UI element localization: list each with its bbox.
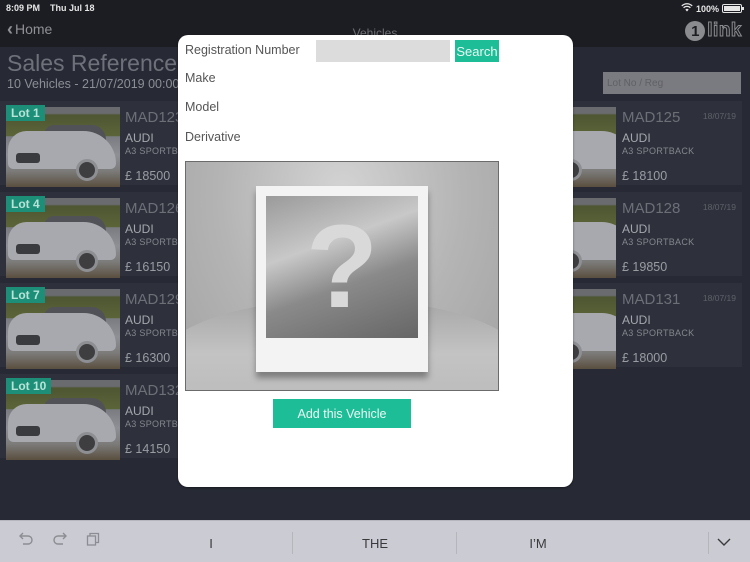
car-grille (16, 244, 40, 254)
lot-badge: Lot 7 (6, 287, 45, 303)
vehicle-reg: MAD128 (622, 200, 681, 217)
lot-search-input[interactable] (603, 72, 741, 94)
vehicle-price: £ 16300 (125, 351, 171, 365)
vehicle-photo (566, 289, 616, 369)
vehicle-date: 18/07/19 (702, 202, 736, 212)
car-body (8, 313, 116, 351)
wifi-icon (681, 3, 693, 14)
question-mark-icon: ? (305, 201, 379, 333)
page-title: Sales Reference: A (7, 50, 204, 76)
vehicle-card[interactable]: MAD125 18/07/19 AUDI A3 SPORTBACK £ 1810… (566, 101, 742, 187)
vehicle-make: AUDI (622, 222, 651, 236)
vehicle-price: £ 18000 (622, 351, 668, 365)
vehicle-reg: MAD126 (125, 200, 184, 217)
search-button[interactable]: Search (455, 40, 499, 62)
vehicle-photo (566, 198, 616, 278)
vehicle-price: £ 18500 (125, 169, 171, 183)
vehicle-price: £ 19850 (622, 260, 668, 274)
vehicle-derivative: A3 SPORTBACK (622, 328, 695, 338)
car-body (8, 131, 116, 169)
car-grille (16, 426, 40, 436)
vehicle-reg: MAD125 (622, 109, 681, 126)
vehicle-price: £ 18100 (622, 169, 668, 183)
car-wheel (76, 432, 98, 454)
vehicle-reg: MAD123 (125, 109, 184, 126)
car-body (8, 404, 116, 442)
suggestion-2[interactable]: THE (293, 536, 457, 551)
vehicle-make: AUDI (125, 404, 154, 418)
vehicle-price: £ 16150 (125, 260, 171, 274)
add-vehicle-modal: Registration Number Search Make Model De… (178, 35, 573, 487)
status-bar: 8:09 PM Thu Jul 18 100% (0, 0, 750, 16)
vehicle-card[interactable]: Lot 4 MAD126 AUDI A3 SPORTBA £ 16150 (0, 192, 184, 278)
vehicle-make: AUDI (622, 313, 651, 327)
lot-badge: Lot 1 (6, 105, 45, 121)
vehicle-derivative: A3 SPORTBA (125, 237, 185, 247)
vehicle-card[interactable]: Lot 1 MAD123 AUDI A3 SPORTBA £ 18500 (0, 101, 184, 187)
suggestion-1[interactable]: I (130, 536, 292, 551)
vehicle-derivative: A3 SPORTBACK (622, 146, 695, 156)
logo-badge: 1 (685, 21, 706, 41)
suggestion-3[interactable]: I’M (457, 536, 619, 551)
vehicle-derivative: A3 SPORTBA (125, 146, 185, 156)
status-date: Thu Jul 18 (50, 3, 95, 13)
make-label: Make (185, 71, 216, 85)
battery-fill (724, 6, 740, 11)
vehicle-derivative: A3 SPORTBA (125, 328, 185, 338)
car-wheel (76, 341, 98, 363)
redo-icon[interactable] (52, 532, 68, 551)
vehicle-reg: MAD129 (125, 291, 184, 308)
vehicle-card[interactable]: Lot 7 MAD129 AUDI A3 SPORTBA £ 16300 (0, 283, 184, 369)
vehicle-price: £ 14150 (125, 442, 171, 456)
vehicle-make: AUDI (125, 222, 154, 236)
vehicle-make: AUDI (622, 131, 651, 145)
car-body (8, 222, 116, 260)
status-right: 100% (681, 3, 744, 14)
vehicle-derivative: A3 SPORTBA (125, 419, 185, 429)
keyboard-suggestion-bar: I THE I’M (0, 520, 750, 562)
vehicle-reg: MAD131 (622, 291, 681, 308)
vehicle-card[interactable]: MAD128 18/07/19 AUDI A3 SPORTBACK £ 1985… (566, 192, 742, 278)
registration-input[interactable] (316, 40, 450, 62)
suggestion-divider (708, 532, 709, 554)
paste-icon[interactable] (86, 532, 100, 551)
vehicle-date: 18/07/19 (702, 293, 736, 303)
logo-word: link (707, 20, 742, 42)
vehicle-card[interactable]: Lot 10 MAD132 AUDI A3 SPORTBA £ 14150 (0, 374, 184, 460)
page-subtitle: 10 Vehicles - 21/07/2019 00:00 (7, 77, 180, 91)
brand-logo: 1 link (685, 20, 742, 42)
unknown-image-icon: ? (256, 186, 428, 372)
dismiss-keyboard-chevron-icon[interactable] (717, 534, 731, 552)
status-time: 8:09 PM (6, 3, 41, 13)
vehicle-make: AUDI (125, 313, 154, 327)
registration-label: Registration Number (185, 43, 300, 57)
add-vehicle-button[interactable]: Add this Vehicle (273, 399, 411, 428)
vehicle-photo (566, 107, 616, 187)
car-wheel (76, 250, 98, 272)
battery-icon (722, 4, 744, 13)
app-screen: 8:09 PM Thu Jul 18 100% ‹ Home Vehicles … (0, 0, 750, 562)
vehicle-make: AUDI (125, 131, 154, 145)
vehicle-card[interactable]: MAD131 18/07/19 AUDI A3 SPORTBACK £ 1800… (566, 283, 742, 369)
vehicle-derivative: A3 SPORTBACK (622, 237, 695, 247)
lot-badge: Lot 10 (6, 378, 52, 394)
lot-badge: Lot 4 (6, 196, 45, 212)
undo-icon[interactable] (18, 532, 34, 551)
car-wheel (76, 159, 98, 181)
car-grille (16, 335, 40, 345)
vehicle-date: 18/07/19 (702, 111, 736, 121)
battery-percent: 100% (695, 3, 719, 14)
polaroid-picture: ? (266, 196, 418, 338)
vehicle-image-placeholder: ? (185, 161, 499, 391)
derivative-label: Derivative (185, 130, 241, 144)
vehicle-reg: MAD132 (125, 382, 184, 399)
car-grille (16, 153, 40, 163)
model-label: Model (185, 100, 220, 114)
